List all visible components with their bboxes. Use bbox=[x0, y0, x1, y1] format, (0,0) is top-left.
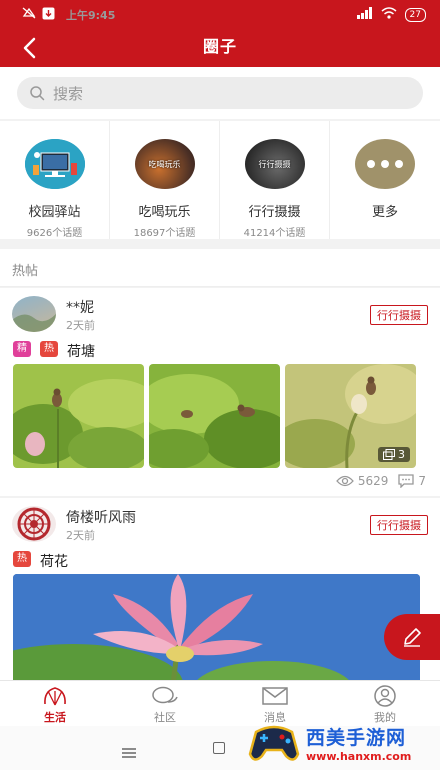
watermark-url: www.hanxm.com bbox=[306, 750, 412, 763]
post-title: 荷塘 bbox=[67, 344, 95, 360]
gallery-icon bbox=[383, 449, 395, 460]
eye-icon bbox=[335, 475, 354, 487]
page-title: 圈子 bbox=[202, 37, 237, 56]
tab-label: 生活 bbox=[44, 711, 66, 724]
download-icon bbox=[42, 7, 55, 24]
more-dots-icon bbox=[355, 139, 415, 189]
category-photography[interactable]: 行行摄摄 行行摄摄 41214个话题 bbox=[220, 121, 330, 239]
top-navbar: 圈子 bbox=[0, 30, 440, 67]
category-count: 18697个话题 bbox=[133, 228, 196, 239]
user-icon bbox=[374, 685, 396, 707]
post-image-3[interactable]: 3 bbox=[285, 364, 416, 468]
category-image-text: 行行摄摄 bbox=[258, 159, 291, 169]
post-time: 2天前 bbox=[66, 529, 95, 542]
hot-section-header: 热帖 bbox=[0, 249, 440, 287]
image-count-badge: 3 bbox=[378, 447, 410, 462]
status-time: 上午9:45 bbox=[66, 9, 116, 22]
featured-badge: 精 bbox=[13, 341, 31, 357]
post-image-2[interactable] bbox=[149, 364, 280, 468]
compose-post-button[interactable] bbox=[384, 614, 440, 660]
post-stats: 5629 7 bbox=[335, 474, 426, 488]
status-bar: 上午9:45 27 bbox=[0, 0, 440, 30]
avatar[interactable] bbox=[12, 506, 56, 542]
post-author: **妮 bbox=[66, 300, 94, 316]
post-time: 2天前 bbox=[66, 319, 95, 332]
post-card[interactable]: **妮 2天前 行行摄摄 精 热 荷塘 3 5629 7 bbox=[0, 288, 440, 496]
signal-icon bbox=[356, 7, 373, 23]
search-section: 搜索 bbox=[0, 67, 440, 119]
home-button[interactable] bbox=[213, 742, 225, 754]
watermark-title: 西美手游网 bbox=[306, 727, 407, 749]
photography-image: 行行摄摄 bbox=[244, 139, 305, 189]
tab-community[interactable]: 社区 bbox=[110, 681, 220, 726]
category-count: 41214个话题 bbox=[243, 228, 306, 239]
category-name: 吃喝玩乐 bbox=[138, 205, 191, 220]
image-count: 3 bbox=[398, 448, 405, 461]
mute-icon bbox=[22, 7, 36, 23]
post-title: 荷花 bbox=[40, 554, 68, 570]
topic-tag[interactable]: 行行摄摄 bbox=[370, 305, 428, 325]
category-more[interactable]: 更多 bbox=[330, 121, 440, 239]
leaf-icon bbox=[44, 687, 66, 706]
post-image-1[interactable] bbox=[13, 364, 144, 468]
hot-badge: 热 bbox=[13, 551, 31, 567]
search-placeholder: 搜索 bbox=[53, 84, 84, 103]
food-fun-image: 吃喝玩乐 bbox=[134, 139, 195, 189]
campus-computer-image bbox=[24, 139, 85, 189]
tab-life[interactable]: 生活 bbox=[0, 681, 110, 726]
watermark: 西美手游网 www.hanxm.com bbox=[248, 716, 440, 770]
pencil-icon bbox=[404, 628, 421, 647]
battery-indicator: 27 bbox=[404, 8, 426, 22]
category-food[interactable]: 吃喝玩乐 吃喝玩乐 18697个话题 bbox=[110, 121, 220, 239]
menu-button[interactable] bbox=[122, 743, 136, 762]
category-image-text: 吃喝玩乐 bbox=[148, 159, 181, 169]
comment-icon bbox=[398, 474, 415, 488]
post-image-lotus[interactable] bbox=[13, 574, 420, 680]
category-name: 行行摄摄 bbox=[248, 205, 301, 220]
category-name: 更多 bbox=[371, 205, 398, 220]
post-card[interactable]: 倚楼听风雨 2天前 行行摄摄 热 荷花 bbox=[0, 498, 440, 680]
comment-button[interactable]: 7 bbox=[398, 474, 426, 488]
search-input[interactable]: 搜索 bbox=[17, 77, 423, 109]
hot-badge: 热 bbox=[40, 341, 58, 357]
hot-section-title: 热帖 bbox=[12, 264, 39, 279]
category-count: 9626个话题 bbox=[26, 228, 83, 239]
search-icon bbox=[30, 86, 45, 101]
view-count: 5629 bbox=[357, 474, 389, 488]
topic-tag[interactable]: 行行摄摄 bbox=[370, 515, 428, 535]
tab-label: 社区 bbox=[154, 711, 176, 724]
category-campus[interactable]: 校园驿站 9626个话题 bbox=[0, 121, 110, 239]
category-grid: 校园驿站 9626个话题 吃喝玩乐 吃喝玩乐 18697个话题 行行摄摄 行行摄… bbox=[0, 121, 440, 239]
gamepad-logo-icon bbox=[248, 725, 300, 761]
menu-icon bbox=[122, 748, 136, 758]
avatar[interactable] bbox=[12, 296, 56, 332]
post-author: 倚楼听风雨 bbox=[66, 510, 136, 526]
chat-bubbles-icon bbox=[152, 686, 178, 704]
category-name: 校园驿站 bbox=[28, 205, 81, 220]
envelope-icon bbox=[262, 687, 288, 705]
comment-count: 7 bbox=[418, 474, 426, 488]
wifi-icon bbox=[381, 7, 397, 23]
